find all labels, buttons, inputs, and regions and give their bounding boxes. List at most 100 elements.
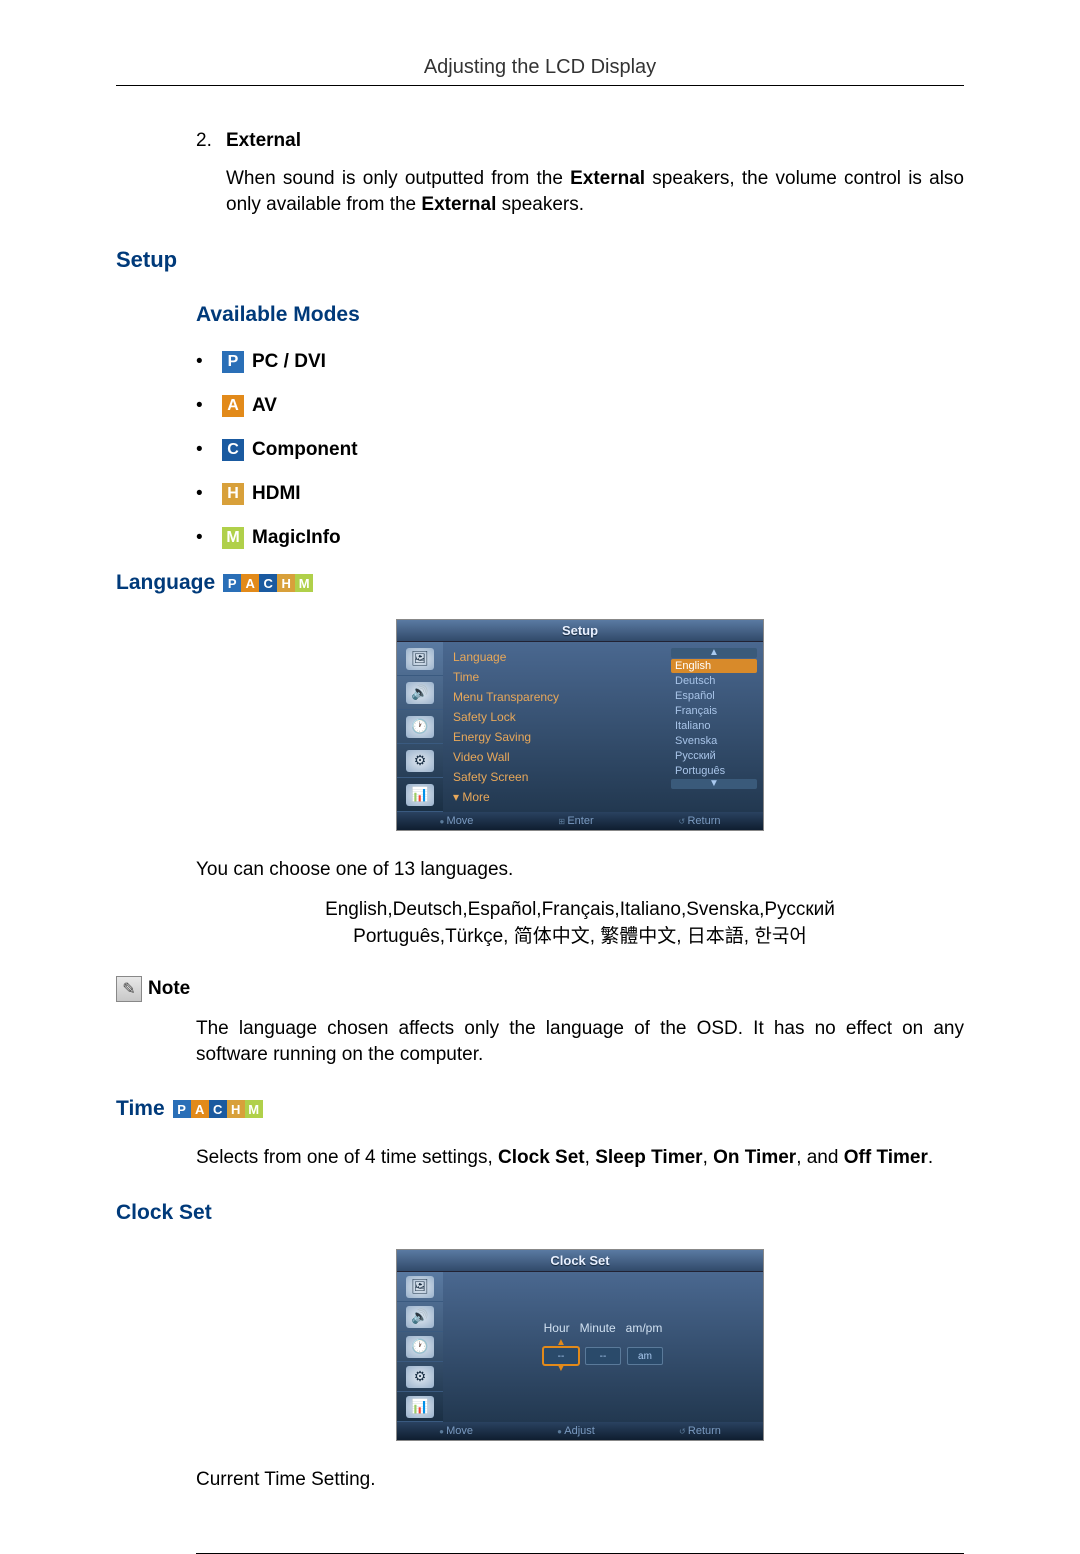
badge-p-icon: P	[223, 574, 241, 592]
bullet: •	[196, 395, 222, 417]
language-caption: You can choose one of 13 languages.	[196, 857, 964, 883]
badge-h-icon: H	[222, 483, 244, 505]
scroll-up-icon: ▲	[671, 648, 757, 658]
language-list: English,Deutsch,Español,Français,Italian…	[196, 897, 964, 950]
osd-sound-icon: 🔊	[397, 676, 443, 710]
list-label: External	[226, 130, 301, 152]
osd-hint-move: Move	[439, 1425, 473, 1437]
osd-setup-icon: ⚙	[397, 1362, 443, 1392]
text: ,	[703, 1147, 714, 1168]
mode-label: Component	[252, 439, 358, 461]
bold: Sleep Timer	[595, 1147, 702, 1168]
osd-option: Svenska	[671, 734, 757, 748]
osd-clock-panel: Hour Minute am/pm ▲ -- ▼ -- am	[443, 1272, 763, 1422]
mode-item: •A AV	[196, 395, 964, 417]
osd-more: ▾ More	[453, 788, 655, 806]
osd-menu-item: Language	[453, 648, 655, 666]
text-line: Português,Türkçe, 简体中文, 繁體中文, 日本語, 한국어	[196, 924, 964, 951]
badge-h-icon: H	[277, 574, 295, 592]
osd-hint-adjust: Adjust	[557, 1425, 595, 1437]
osd-menu-item: Video Wall	[453, 748, 655, 766]
osd-title: Setup	[397, 620, 763, 642]
badge-m-icon: M	[222, 527, 244, 549]
clock-label-minute: Minute	[580, 1321, 616, 1335]
note-heading: ✎ Note	[116, 976, 964, 1002]
osd-hint-move: Move	[439, 815, 473, 827]
bullet: •	[196, 527, 222, 549]
osd-option: Deutsch	[671, 674, 757, 688]
clock-label-ampm: am/pm	[626, 1321, 663, 1335]
osd-sound-icon: 🔊	[397, 1302, 443, 1332]
page: Adjusting the LCD Display 2. External Wh…	[0, 0, 1080, 1554]
badge-a-icon: A	[241, 574, 259, 592]
osd-multi-icon: 📊	[397, 1392, 443, 1422]
content: 2. External When sound is only outputted…	[116, 130, 964, 1554]
osd-setup-icon: ⚙	[397, 744, 443, 778]
badge-c-icon: C	[222, 439, 244, 461]
list-number: 2.	[196, 130, 226, 152]
note-label: Note	[148, 978, 190, 1000]
mode-item: •M MagicInfo	[196, 527, 964, 549]
clockset-caption: Current Time Setting.	[196, 1467, 964, 1493]
note-icon: ✎	[116, 976, 142, 1002]
osd-menu-item: Safety Screen	[453, 768, 655, 786]
osd-option: Español	[671, 689, 757, 703]
osd-option: Français	[671, 704, 757, 718]
mode-badges-row: P A C H M	[223, 574, 313, 592]
osd-setup-screenshot: Setup 🖼 🔊 🕐 ⚙ 📊 Language Time Menu Trans…	[396, 619, 764, 831]
osd-title: Clock Set	[397, 1250, 763, 1272]
osd-options: ▲ English Deutsch Español Français Itali…	[665, 642, 763, 812]
heading-available-modes: Available Modes	[196, 303, 964, 327]
osd-hint-return: Return	[679, 1425, 721, 1437]
osd-multi-icon: 📊	[397, 778, 443, 812]
heading-text: Language	[116, 571, 215, 595]
mode-label: AV	[252, 395, 277, 417]
time-paragraph: Selects from one of 4 time settings, Clo…	[196, 1145, 964, 1171]
spin-up-icon: ▲	[556, 1339, 566, 1347]
osd-menu-item: Time	[453, 668, 655, 686]
bold: Off Timer	[844, 1147, 928, 1168]
badge-m-icon: M	[295, 574, 313, 592]
mode-label: HDMI	[252, 483, 301, 505]
badge-a-icon: A	[222, 395, 244, 417]
text: .	[928, 1147, 933, 1168]
clock-field-minute: --	[585, 1347, 621, 1365]
osd-menu: Language Time Menu Transparency Safety L…	[443, 642, 665, 812]
badge-p-icon: P	[173, 1100, 191, 1118]
text: Selects from one of 4 time settings,	[196, 1147, 498, 1168]
list-item-external: 2. External	[196, 130, 964, 152]
scroll-down-icon: ▼	[671, 779, 757, 789]
osd-picture-icon: 🖼	[397, 642, 443, 676]
external-paragraph: When sound is only outputted from the Ex…	[196, 166, 964, 217]
bullet: •	[196, 439, 222, 461]
clock-label-hour: Hour	[544, 1321, 570, 1335]
heading-language: Language P A C H M	[116, 571, 964, 595]
osd-menu-item: Menu Transparency	[453, 688, 655, 706]
mode-badges-row: P A C H M	[173, 1100, 263, 1118]
mode-list: •PPC / DVI •AAV •CComponent •HHDMI •MMag…	[196, 351, 964, 549]
text: speakers.	[496, 194, 584, 215]
badge-p-icon: P	[222, 351, 244, 373]
heading-time: Time P A C H M	[116, 1097, 964, 1121]
bold: Clock Set	[498, 1147, 585, 1168]
osd-picture-icon: 🖼	[397, 1272, 443, 1302]
mode-label: PC / DVI	[252, 351, 326, 373]
osd-clock-icon: 🕐	[397, 710, 443, 744]
osd-sidebar: 🖼 🔊 🕐 ⚙ 📊	[397, 642, 443, 812]
badge-c-icon: C	[209, 1100, 227, 1118]
mode-label: MagicInfo	[252, 527, 341, 549]
badge-a-icon: A	[191, 1100, 209, 1118]
osd-option: Português	[671, 764, 757, 778]
badge-c-icon: C	[259, 574, 277, 592]
heading-setup: Setup	[116, 247, 964, 273]
osd-footer: Move Adjust Return	[397, 1422, 763, 1440]
osd-clock-icon: 🕐	[397, 1332, 443, 1362]
osd-sidebar: 🖼 🔊 🕐 ⚙ 📊	[397, 1272, 443, 1422]
osd-option: Italiano	[671, 719, 757, 733]
osd-menu-item: Energy Saving	[453, 728, 655, 746]
clock-field-ampm: am	[627, 1347, 663, 1365]
text-line: English,Deutsch,Español,Français,Italian…	[196, 897, 964, 924]
text: , and	[796, 1147, 844, 1168]
bold: On Timer	[713, 1147, 796, 1168]
mode-item: •C Component	[196, 439, 964, 461]
